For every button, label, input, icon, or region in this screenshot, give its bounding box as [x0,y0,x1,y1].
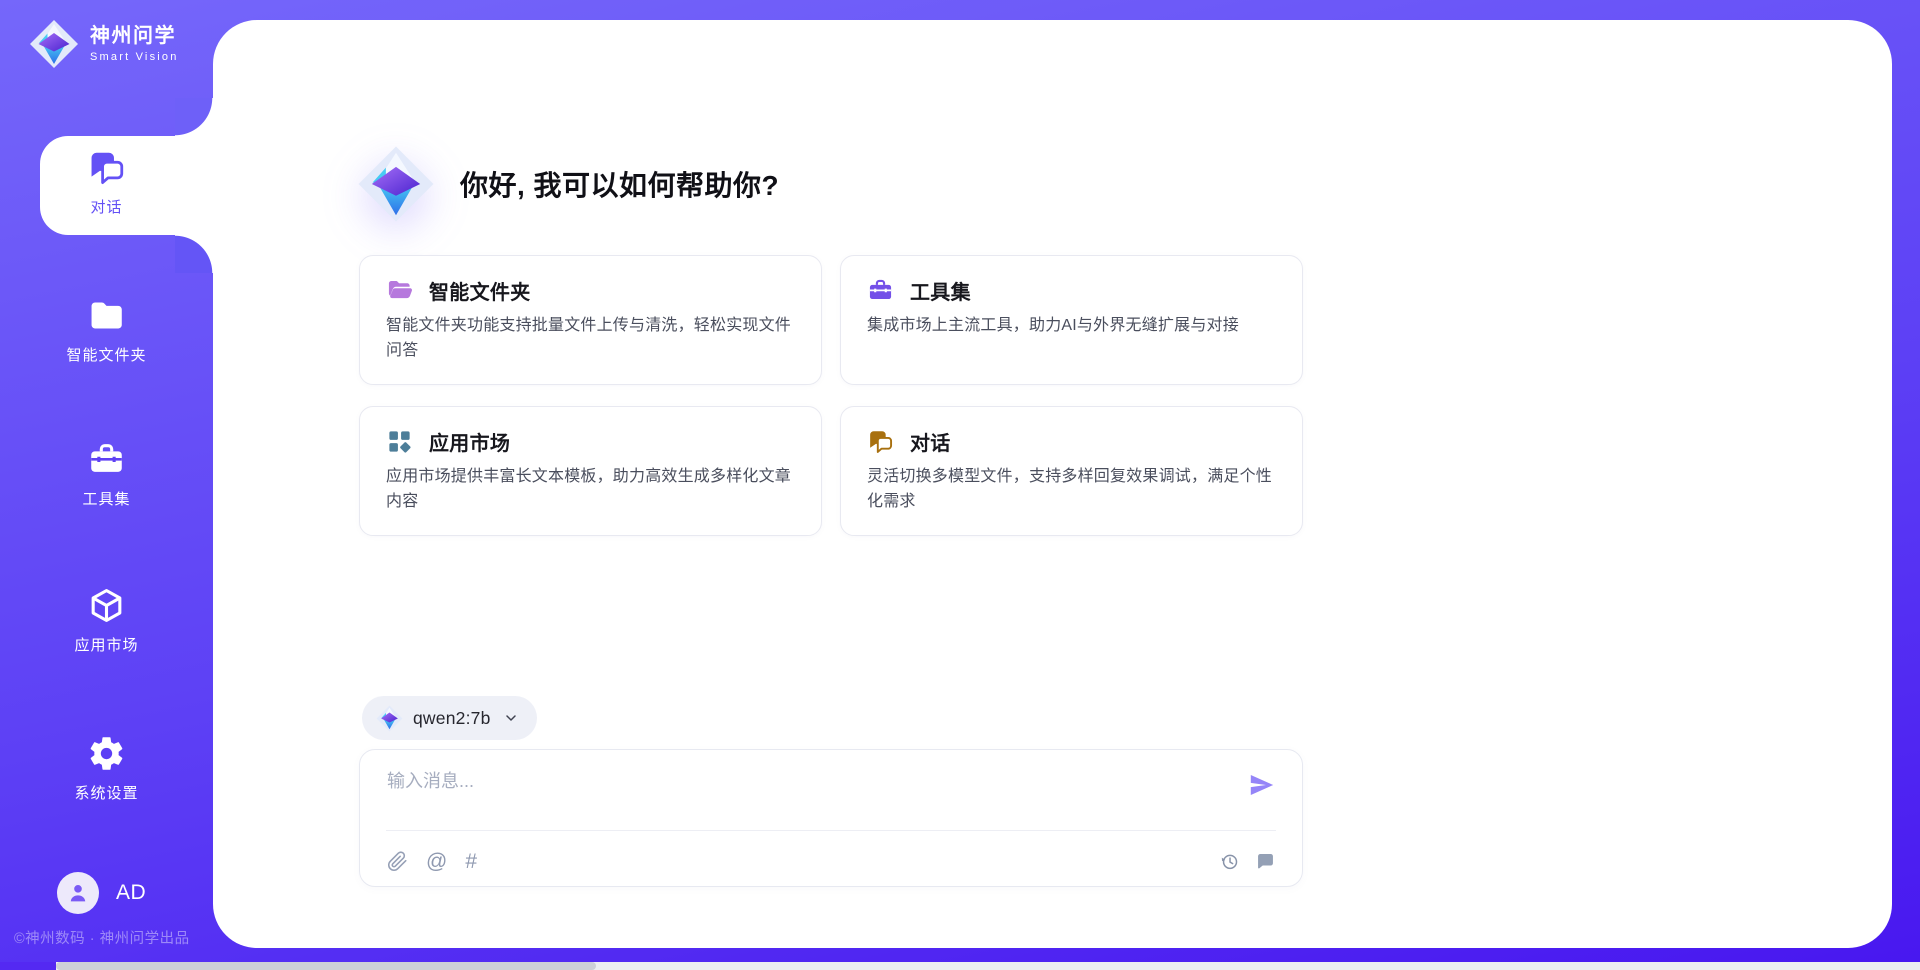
model-name: qwen2:7b [413,708,491,729]
sidebar-item-label: 智能文件夹 [66,344,146,365]
sidebar-item-toolset[interactable]: 工具集 [0,440,213,509]
card-header: 智能文件夹 [386,276,795,305]
sidebar-item-label: 应用市场 [74,634,138,655]
greeting-block: 你好, 我可以如何帮助你? [357,145,779,223]
copyright-text: ©神州数码 · 神州问学出品 [14,927,214,948]
sidebar-item-label: 工具集 [82,488,130,509]
toolbox-icon [87,440,126,479]
sidebar-item-chat[interactable]: 对话 [0,148,213,217]
card-header: 工具集 [867,276,1276,305]
message-input[interactable] [387,767,1227,819]
message-composer: @ # [359,749,1303,887]
card-app-market[interactable]: 应用市场 应用市场提供丰富长文本模板，助力高效生成多样化文章内容 [359,406,822,536]
chat-icon [87,148,126,187]
composer-tools-left: @ # [387,851,477,872]
composer-toolbar: @ # [387,841,1276,881]
at-icon: @ [426,851,447,872]
composer-divider [386,830,1276,831]
mention-button[interactable]: @ [426,851,447,872]
card-title: 对话 [910,427,951,456]
gear-icon [87,734,126,773]
send-icon [1248,771,1276,799]
brand-text: 神州问学 Smart Vision [90,25,179,63]
folder-icon [87,296,126,335]
avatar [57,872,99,914]
card-description: 智能文件夹功能支持批量文件上传与清洗，轻松实现文件问答 [386,314,795,364]
history-button[interactable] [1219,851,1240,872]
paperclip-icon [387,851,408,872]
person-icon [66,881,90,905]
card-title: 工具集 [910,276,971,305]
card-header: 应用市场 [386,427,795,456]
card-description: 灵活切换多模型文件，支持多样回复效果调试，满足个性化需求 [867,465,1276,515]
gem-logo-icon [376,705,403,732]
user-profile[interactable]: AD [57,872,146,914]
sidebar-item-label: 对话 [90,196,122,217]
hash-icon: # [465,851,477,872]
history-icon [1219,851,1240,872]
chevron-down-icon [503,710,519,726]
folder-open-icon [386,277,413,304]
user-initials: AD [116,881,146,905]
gem-logo-icon [357,145,435,223]
chat-bubble-icon [1255,851,1276,872]
card-toolset[interactable]: 工具集 集成市场上主流工具，助力AI与外界无缝扩展与对接 [840,255,1303,385]
sidebar-item-app-market[interactable]: 应用市场 [0,586,213,655]
card-description: 应用市场提供丰富长文本模板，助力高效生成多样化文章内容 [386,465,795,515]
tab-scoop-top [175,98,213,136]
conversation-button[interactable] [1255,851,1276,872]
briefcase-icon [867,277,894,304]
card-description: 集成市场上主流工具，助力AI与外界无缝扩展与对接 [867,314,1276,339]
apps-grid-icon [386,428,413,455]
attach-file-button[interactable] [387,851,408,872]
greeting-title: 你好, 我可以如何帮助你? [460,164,779,204]
brand-name: 神州问学 [90,25,179,48]
feature-cards: 智能文件夹 智能文件夹功能支持批量文件上传与清洗，轻松实现文件问答 工具集 集成… [359,255,1303,536]
card-smart-folders[interactable]: 智能文件夹 智能文件夹功能支持批量文件上传与清洗，轻松实现文件问答 [359,255,822,385]
send-button[interactable] [1248,770,1278,800]
topic-button[interactable]: # [465,851,477,872]
tab-scoop-bottom [175,235,213,273]
card-title: 智能文件夹 [429,276,531,305]
sidebar-item-system-settings[interactable]: 系统设置 [0,734,213,803]
model-selector[interactable]: qwen2:7b [362,696,537,740]
app-window: 神州问学 Smart Vision 对话 智能文件夹 工具集 应用市场 系统设置… [0,0,1920,970]
gem-logo-icon [29,19,79,69]
sidebar-item-label: 系统设置 [74,782,138,803]
card-chat[interactable]: 对话 灵活切换多模型文件，支持多样回复效果调试，满足个性化需求 [840,406,1303,536]
brand-logo[interactable]: 神州问学 Smart Vision [29,19,179,69]
horizontal-scrollbar-thumb[interactable] [56,962,596,970]
card-header: 对话 [867,427,1276,456]
chat-icon [867,428,894,455]
card-title: 应用市场 [429,427,510,456]
cube-icon [87,586,126,625]
scrollbar-corner [0,962,56,970]
brand-subtitle: Smart Vision [90,51,179,63]
composer-tools-right [1219,851,1276,872]
sidebar-item-smart-folders[interactable]: 智能文件夹 [0,296,213,365]
